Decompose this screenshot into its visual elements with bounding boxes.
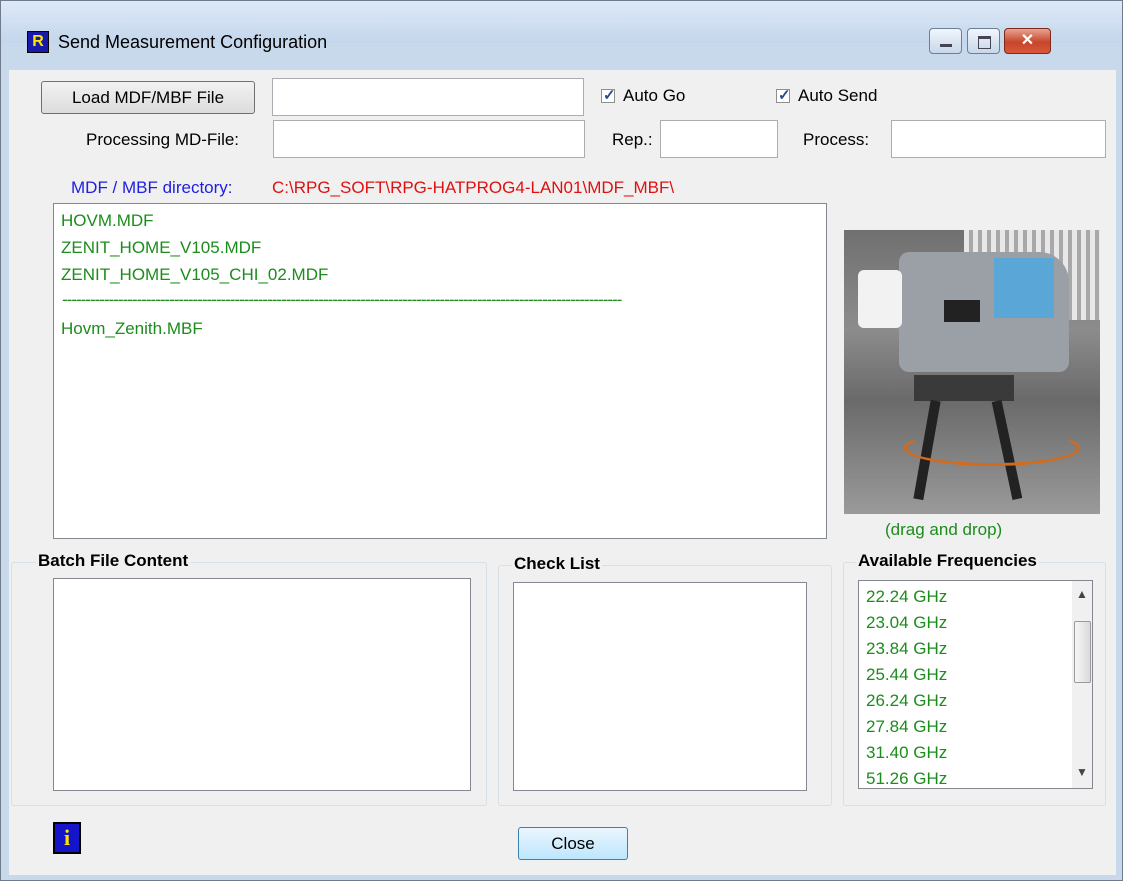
- auto-go-checkbox[interactable]: ✓: [601, 87, 616, 104]
- close-button[interactable]: Close: [518, 827, 628, 860]
- list-separator: ----------------------------------------…: [62, 290, 622, 309]
- check-icon: ✓: [603, 87, 616, 104]
- instrument-dark-window: [944, 300, 980, 322]
- scroll-thumb[interactable]: [1074, 621, 1091, 683]
- app-icon: R: [27, 31, 49, 53]
- check-list-title: Check List: [512, 554, 602, 574]
- maximize-button[interactable]: [967, 28, 1000, 54]
- list-item[interactable]: Hovm_Zenith.MBF: [61, 319, 203, 339]
- directory-label: MDF / MBF directory:: [71, 178, 233, 197]
- info-icon[interactable]: i: [53, 822, 81, 854]
- directory-path: C:\RPG_SOFT\RPG-HATPROG4-LAN01\MDF_MBF\: [272, 178, 675, 197]
- rep-label: Rep.:: [612, 130, 653, 149]
- dialog-client-area: Load MDF/MBF File ✓ Auto Go ✓ Auto Send …: [9, 70, 1116, 875]
- list-item[interactable]: ZENIT_HOME_V105.MDF: [61, 238, 261, 258]
- ground-cable: [904, 430, 1080, 466]
- check-list-box[interactable]: [513, 582, 807, 791]
- processing-md-file-label: Processing MD-File:: [86, 130, 240, 149]
- minimize-icon: [940, 44, 952, 47]
- rep-field[interactable]: [660, 120, 778, 158]
- list-item[interactable]: 27.84 GHz: [866, 717, 947, 737]
- mdf-mbf-file-list[interactable]: HOVM.MDF ZENIT_HOME_V105.MDF ZENIT_HOME_…: [53, 203, 827, 539]
- instrument-base: [914, 375, 1014, 401]
- title-bar[interactable]: R Send Measurement Configuration ✕: [1, 1, 1122, 54]
- load-button-label: Load MDF/MBF File: [71, 87, 225, 107]
- frequencies-title: Available Frequencies: [856, 551, 1039, 571]
- frequencies-list[interactable]: 22.24 GHz 23.04 GHz 23.84 GHz 25.44 GHz …: [858, 580, 1093, 789]
- list-item[interactable]: 25.44 GHz: [866, 665, 947, 685]
- instrument-panel: [994, 258, 1054, 318]
- close-button-label: Close: [551, 833, 595, 853]
- scroll-up-icon[interactable]: ▲: [1072, 587, 1092, 601]
- list-item[interactable]: 31.40 GHz: [866, 743, 947, 763]
- instrument-image[interactable]: [844, 230, 1100, 514]
- close-icon: ✕: [1020, 32, 1035, 49]
- list-item[interactable]: HOVM.MDF: [61, 211, 154, 231]
- auto-send-label: Auto Send: [798, 86, 878, 105]
- auto-go-label: Auto Go: [623, 86, 686, 105]
- process-field[interactable]: [891, 120, 1106, 158]
- dialog-window: R Send Measurement Configuration ✕ Load …: [0, 0, 1123, 881]
- process-label: Process:: [803, 130, 870, 149]
- vertical-scrollbar[interactable]: ▲ ▼: [1072, 581, 1092, 788]
- window-title: Send Measurement Configuration: [58, 32, 328, 52]
- instrument-lens: [858, 270, 902, 328]
- list-item[interactable]: 22.24 GHz: [866, 587, 947, 607]
- image-caption: (drag and drop): [885, 520, 1003, 539]
- check-icon: ✓: [778, 87, 791, 104]
- processing-md-file-field[interactable]: [273, 120, 585, 158]
- list-item[interactable]: 23.84 GHz: [866, 639, 947, 659]
- batch-file-list[interactable]: [53, 578, 471, 791]
- list-item[interactable]: 51.26 GHz: [866, 769, 947, 788]
- auto-send-checkbox[interactable]: ✓: [776, 87, 791, 104]
- scroll-down-icon[interactable]: ▼: [1072, 765, 1092, 779]
- minimize-button[interactable]: [929, 28, 962, 54]
- list-item[interactable]: ZENIT_HOME_V105_CHI_02.MDF: [61, 265, 328, 285]
- load-mdf-mbf-button[interactable]: Load MDF/MBF File: [41, 81, 255, 114]
- batch-file-title: Batch File Content: [36, 551, 191, 571]
- load-file-field[interactable]: [272, 78, 584, 116]
- maximize-icon: [978, 36, 991, 49]
- list-item[interactable]: 23.04 GHz: [866, 613, 947, 633]
- close-window-button[interactable]: ✕: [1004, 28, 1051, 54]
- list-item[interactable]: 26.24 GHz: [866, 691, 947, 711]
